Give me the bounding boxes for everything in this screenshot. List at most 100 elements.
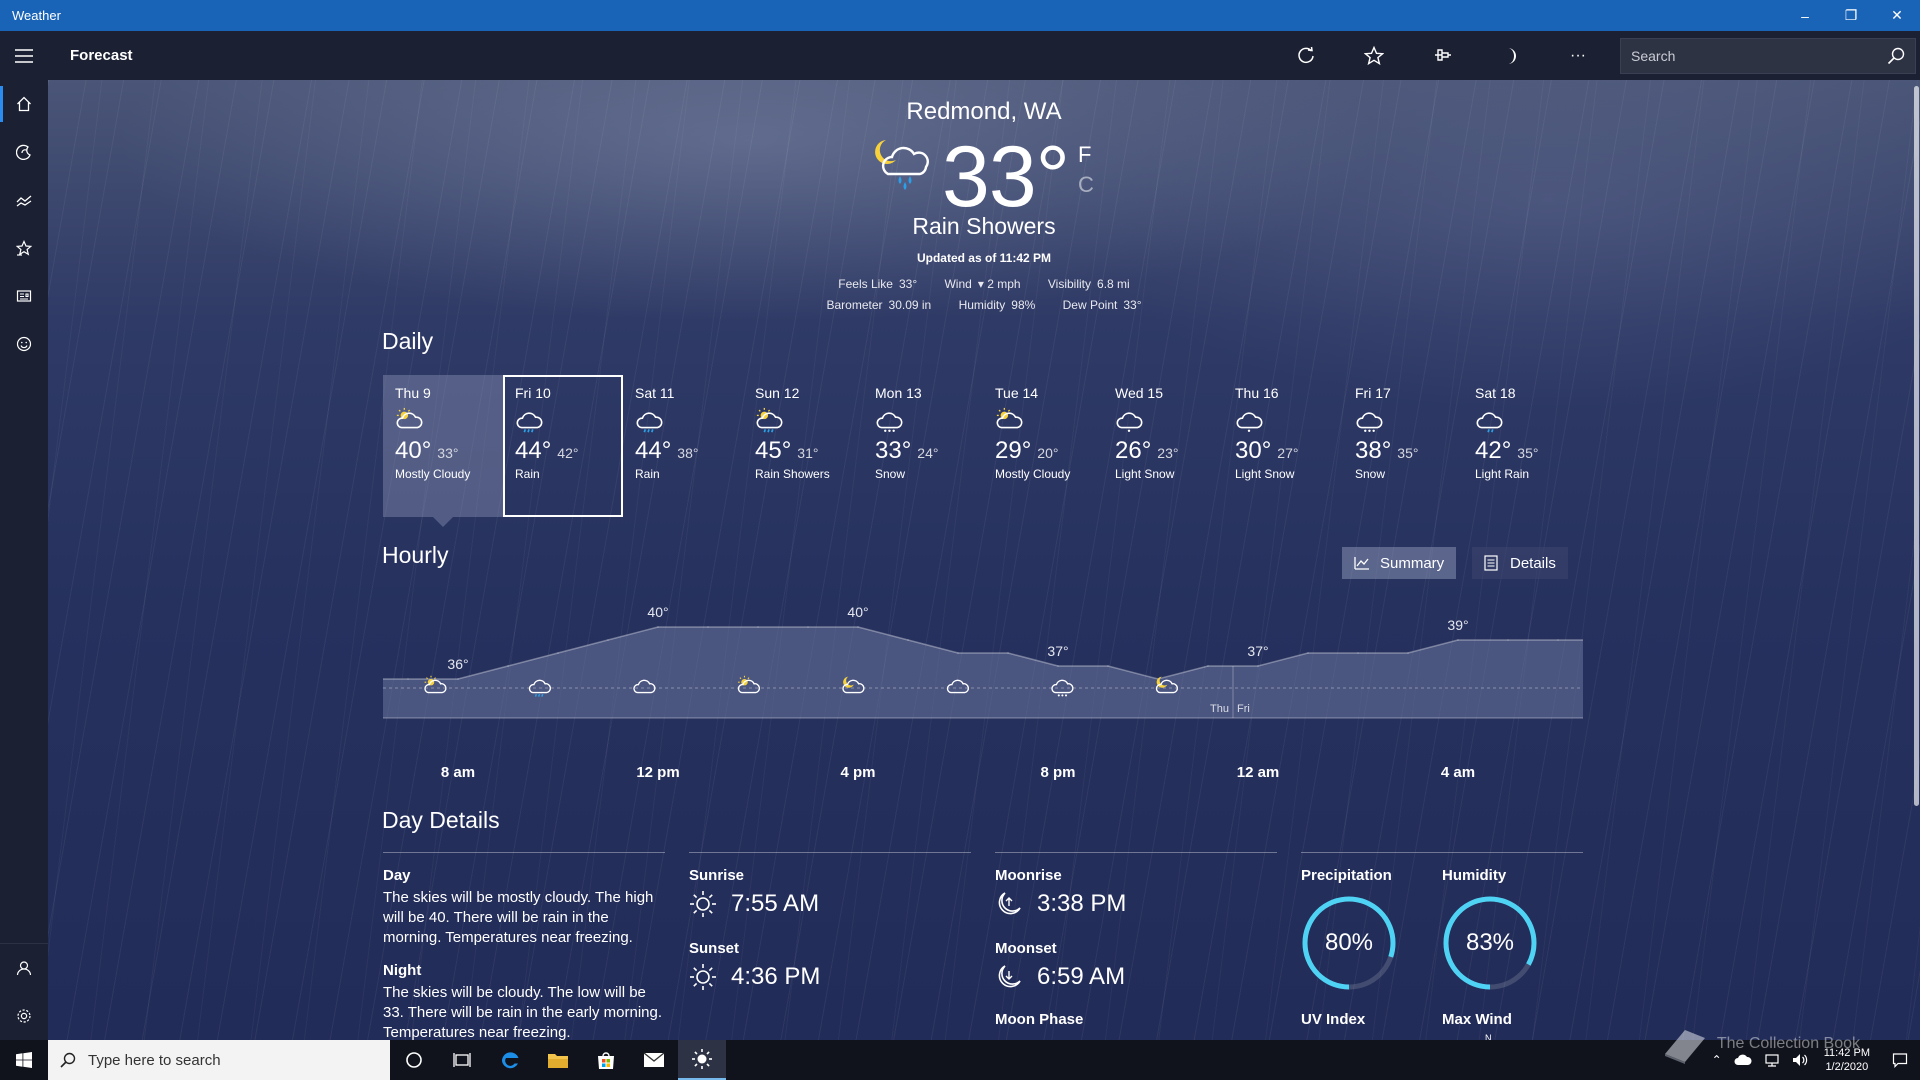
weather-taskbar-button[interactable] — [678, 1040, 726, 1080]
day-split-after: Fri — [1237, 703, 1250, 715]
fahrenheit-toggle[interactable]: F — [1078, 140, 1094, 170]
temperature-value-label: 39° — [1447, 617, 1468, 633]
precipitation-value: 80% — [1324, 929, 1374, 956]
nav-settings[interactable] — [0, 992, 48, 1040]
daily-card[interactable]: Sun 12 45° 31° Rain Showers — [743, 375, 863, 517]
cortana-icon — [406, 1052, 422, 1068]
daily-card-icon — [1475, 405, 1571, 437]
daily-card[interactable]: Mon 13 33° 24° Snow — [863, 375, 983, 517]
daily-card[interactable]: Fri 17 38° 35° Snow — [1343, 375, 1463, 517]
refresh-button[interactable] — [1272, 31, 1340, 80]
daily-heading: Daily — [382, 328, 434, 354]
daily-card-temps: 26° 23° — [1115, 437, 1211, 465]
pin-button[interactable] — [1408, 31, 1476, 80]
search-input[interactable] — [1631, 47, 1887, 64]
nav-favorite-places[interactable] — [0, 224, 48, 272]
partly-cloudy-icon — [996, 407, 1023, 429]
daily-card-temps: 30° 27° — [1235, 437, 1331, 465]
close-button[interactable]: ✕ — [1874, 0, 1920, 31]
dark-mode-button[interactable] — [1476, 31, 1544, 80]
snow-icon — [1356, 412, 1383, 433]
humidity-ring: 83% — [1442, 895, 1538, 991]
daily-card-high: 42° — [1475, 437, 1512, 464]
file-explorer-button[interactable] — [534, 1040, 582, 1080]
daily-card[interactable]: Thu 9 40° 33° Mostly Cloudy — [383, 375, 503, 527]
daily-card-day: Wed 15 — [1115, 385, 1163, 401]
nav-news[interactable] — [0, 272, 48, 320]
summary-button[interactable]: Summary — [1342, 547, 1457, 579]
store-button[interactable] — [582, 1040, 630, 1080]
daily-card[interactable]: Sat 18 42° 35° Light Rain — [1463, 375, 1583, 517]
daily-card-icon — [875, 405, 971, 437]
temperature-point — [1407, 652, 1409, 654]
nav-historical-weather[interactable] — [0, 176, 48, 224]
daily-card-condition: Snow — [875, 467, 906, 481]
day-night-summary: Day The skies will be mostly cloudy. The… — [383, 852, 665, 1040]
moon-phase-label: Moon Phase — [995, 1011, 1084, 1028]
daily-card-day: Thu 16 — [1235, 385, 1279, 401]
edge-button[interactable] — [486, 1040, 534, 1080]
current-temperature: 33° — [942, 129, 1070, 225]
cortana-button[interactable] — [390, 1040, 438, 1080]
details-button[interactable]: Details — [1472, 547, 1568, 579]
weather-icon — [692, 1049, 712, 1069]
restore-button[interactable]: ❐ — [1828, 0, 1874, 31]
daily-card-day: Tue 14 — [995, 385, 1039, 401]
max-wind-label: Max Wind — [1442, 1011, 1512, 1028]
daily-card[interactable]: Fri 10 44° 42° Rain — [503, 375, 623, 517]
taskbar-search[interactable] — [48, 1040, 390, 1080]
details-label: Details — [1510, 554, 1556, 572]
mail-button[interactable] — [630, 1040, 678, 1080]
sunset-row: 4:36 PM — [689, 963, 971, 991]
store-icon — [598, 1052, 614, 1069]
daily-card-high: 45° — [755, 437, 792, 464]
search-box[interactable] — [1620, 37, 1916, 74]
daily-card-day: Sun 12 — [755, 385, 800, 401]
daily-card-low: 24° — [917, 445, 939, 461]
daily-card-icon — [1115, 405, 1211, 437]
nav-forecast[interactable] — [0, 80, 48, 128]
temperature-value-label: 37° — [1047, 643, 1068, 659]
uv-index-label: UV Index — [1301, 1011, 1366, 1028]
action-center-button[interactable] — [1880, 1040, 1920, 1080]
scrollbar[interactable] — [1912, 80, 1920, 1040]
minimize-button[interactable]: – — [1782, 0, 1828, 31]
temperature-value-label: 36° — [447, 656, 468, 672]
temperature-value-label: 40° — [847, 604, 868, 620]
nav-feedback[interactable] — [0, 320, 48, 368]
moonrise-label: Moonrise — [995, 867, 1062, 884]
temperature-point — [1507, 639, 1509, 641]
list-icon — [1484, 555, 1498, 571]
daily-card[interactable]: Thu 16 30° 27° Light Snow — [1223, 375, 1343, 517]
temperature-point — [657, 626, 659, 628]
celsius-toggle[interactable]: C — [1078, 170, 1094, 200]
wind-direction-icon: ▾ — [977, 277, 988, 291]
daily-card[interactable]: Wed 15 26° 23° Light Snow — [1103, 375, 1223, 517]
edge-icon — [501, 1052, 519, 1069]
scrollbar-thumb[interactable] — [1914, 86, 1919, 806]
daily-card[interactable]: Tue 14 29° 20° Mostly Cloudy — [983, 375, 1103, 517]
observations-row-2: Barometer 30.09 in Humidity 98% Dew Point 3… — [48, 298, 1920, 312]
more-button[interactable]: ··· — [1544, 31, 1612, 80]
daily-card-condition: Snow — [1355, 467, 1386, 481]
daily-card[interactable]: Sat 11 44° 38° Rain — [623, 375, 743, 517]
search-icon[interactable] — [1887, 47, 1905, 65]
current-conditions: 33° — [868, 129, 1070, 225]
nav-maps[interactable] — [0, 128, 48, 176]
daily-card-temps: 44° 42° — [515, 437, 611, 465]
hamburger-menu-button[interactable] — [0, 31, 48, 80]
humidity-label: Humidity — [958, 298, 1006, 312]
temperature-point — [407, 678, 409, 680]
start-button[interactable] — [0, 1040, 48, 1080]
moonset-time: 6:59 AM — [1037, 963, 1126, 990]
nav-account[interactable] — [0, 944, 48, 992]
book-watermark-icon — [1664, 1030, 1705, 1064]
favorite-button[interactable] — [1340, 31, 1408, 80]
hourly-chart-svg: Thu Fri 36° 40° 40° 37° 37° 39° — [383, 604, 1583, 719]
mail-icon — [643, 1052, 665, 1067]
precip-humidity: Precipitation Humidity 80% 83% UV Index … — [1301, 852, 1583, 1040]
task-view-button[interactable] — [438, 1040, 486, 1080]
precipitation-label: Precipitation — [1301, 867, 1392, 884]
light-snow-icon — [1236, 412, 1263, 433]
taskbar-search-input[interactable] — [88, 1051, 390, 1069]
